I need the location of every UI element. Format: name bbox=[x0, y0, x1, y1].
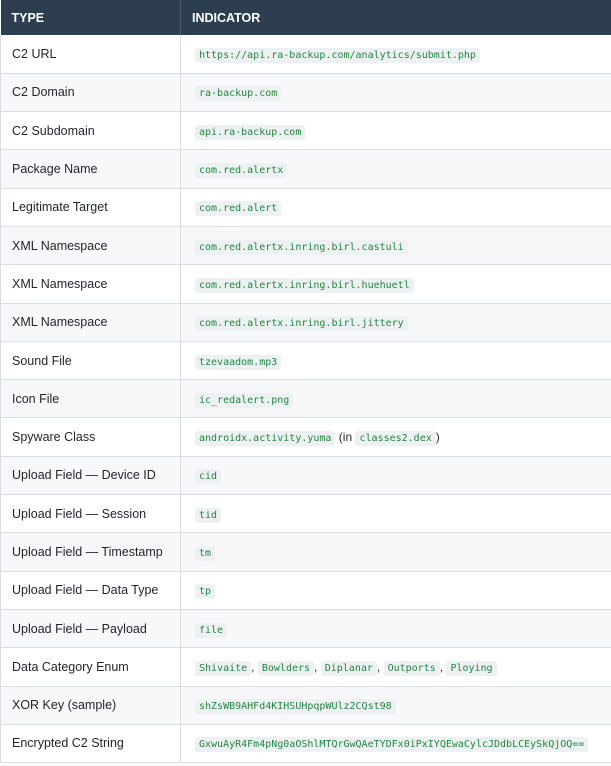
table-row: Sound File tzevaadom.mp3 bbox=[0, 341, 611, 381]
table-row: Upload Field — Data Type tp bbox=[0, 571, 611, 610]
indicator-code: tzevaadom.mp3 bbox=[195, 354, 282, 370]
type-cell: Package Name bbox=[0, 149, 181, 189]
indicator-code: Bowlders bbox=[257, 660, 315, 676]
indicator-code: ra-backup.com bbox=[195, 86, 282, 102]
table-row: XML Namespace com.red.alertx.inring.birl… bbox=[0, 264, 611, 304]
indicator-code: com.red.alert bbox=[195, 201, 282, 217]
indicator-cell: cid bbox=[180, 456, 611, 496]
indicator-cell: tzevaadom.mp3 bbox=[180, 341, 611, 381]
indicator-cell: api.ra-backup.com bbox=[180, 111, 611, 151]
indicator-cell: com.red.alertx bbox=[180, 149, 611, 189]
comma-separator: , bbox=[439, 659, 444, 674]
type-cell: Legitimate Target bbox=[0, 188, 181, 227]
table-row: C2 Domain ra-backup.com bbox=[0, 73, 611, 113]
indicator-cell: com.red.alertx.inring.birl.huehuetl bbox=[180, 264, 611, 304]
indicator-code: com.red.alertx.inring.birl.huehuetl bbox=[195, 277, 414, 293]
table-header: TYPE INDICATOR bbox=[0, 0, 611, 35]
table-row: Upload Field — Timestamp tm bbox=[0, 532, 611, 572]
table-row: Upload Field — Session tid bbox=[0, 494, 611, 534]
indicator-code: tm bbox=[195, 546, 216, 561]
indicator-code: Diplanar bbox=[320, 660, 377, 676]
indicator-code: tid bbox=[195, 507, 222, 523]
indicator-cell: shZsWB9AHFd4KIHSUHpqpWUlz2CQst98 bbox=[180, 686, 611, 725]
table-row: C2 URL https://api.ra-backup.com/analyti… bbox=[0, 35, 611, 74]
type-cell: Sound File bbox=[0, 341, 181, 381]
type-cell: XML Namespace bbox=[0, 226, 181, 266]
indicator-code: GxwuAyR4Fm4pNg0aOShlMTQrGwQAeTYDFx0iPxIY… bbox=[195, 737, 589, 753]
type-cell: Upload Field — Timestamp bbox=[0, 532, 181, 572]
table-row: XOR Key (sample) shZsWB9AHFd4KIHSUHpqpWU… bbox=[0, 686, 611, 725]
indicator-cell: ra-backup.com bbox=[180, 73, 611, 113]
indicator-code: Outports bbox=[383, 660, 440, 676]
table-row: Data Category Enum Shivaite, Bowlders, D… bbox=[0, 647, 611, 687]
indicator-code: tp bbox=[195, 584, 216, 600]
type-cell: C2 Subdomain bbox=[0, 111, 181, 151]
indicator-code: Shivaite bbox=[195, 660, 252, 676]
type-cell: XML Namespace bbox=[0, 303, 181, 342]
table-row: Package Name com.red.alertx bbox=[0, 149, 611, 189]
indicator-cell: tp bbox=[180, 571, 611, 610]
indicator-code: com.red.alertx.inring.birl.castuli bbox=[195, 239, 408, 255]
indicator-cell: GxwuAyR4Fm4pNg0aOShlMTQrGwQAeTYDFx0iPxIY… bbox=[180, 724, 611, 764]
indicator-cell: com.red.alertx.inring.birl.castuli bbox=[180, 226, 611, 266]
type-cell: C2 URL bbox=[0, 35, 181, 74]
indicator-cell: com.red.alert bbox=[180, 188, 611, 227]
indicator-code-secondary: classes2.dex bbox=[355, 431, 436, 447]
column-header-type: TYPE bbox=[0, 0, 181, 35]
indicator-cell: https://api.ra-backup.com/analytics/subm… bbox=[180, 35, 611, 74]
type-cell: Upload Field — Payload bbox=[0, 609, 181, 649]
type-cell: XOR Key (sample) bbox=[0, 686, 181, 725]
table-row: Icon File ic_redalert.png bbox=[0, 379, 611, 419]
table-row: Upload Field — Device ID cid bbox=[0, 456, 611, 496]
table-row: Spyware Class androidx.activity.yuma (in… bbox=[0, 417, 611, 457]
indicator-cell: com.red.alertx.inring.birl.jittery bbox=[180, 303, 611, 342]
indicator-code: shZsWB9AHFd4KIHSUHpqpWUlz2CQst98 bbox=[195, 699, 396, 715]
indicator-cell: Shivaite, Bowlders, Diplanar, Outports, … bbox=[180, 647, 611, 687]
indicator-code: Ploying bbox=[446, 660, 497, 676]
indicator-code: api.ra-backup.com bbox=[195, 124, 306, 140]
indicator-code: com.red.alertx bbox=[195, 163, 288, 179]
type-cell: Encrypted C2 String bbox=[0, 724, 181, 764]
table-row: XML Namespace com.red.alertx.inring.birl… bbox=[0, 226, 611, 266]
indicator-code: file bbox=[195, 622, 228, 638]
table-body: C2 URL https://api.ra-backup.com/analyti… bbox=[0, 35, 611, 764]
type-cell: Icon File bbox=[0, 379, 181, 419]
comma-separator: , bbox=[314, 659, 318, 674]
indicator-cell: ic_redalert.png bbox=[180, 379, 611, 419]
table-row: Upload Field — Payload file bbox=[0, 609, 611, 649]
comma-separator: , bbox=[251, 659, 255, 674]
type-cell: Spyware Class bbox=[0, 417, 181, 457]
column-header-indicator: INDICATOR bbox=[180, 0, 611, 35]
type-cell: Data Category Enum bbox=[0, 647, 181, 687]
indicator-cell: tm bbox=[180, 532, 611, 572]
comma-separator: , bbox=[376, 659, 381, 674]
type-cell: XML Namespace bbox=[0, 264, 181, 304]
indicator-code: https://api.ra-backup.com/analytics/subm… bbox=[195, 47, 480, 63]
table-row: C2 Subdomain api.ra-backup.com bbox=[0, 111, 611, 151]
indicator-code: com.red.alertx.inring.birl.jittery bbox=[195, 316, 408, 332]
table-row: Legitimate Target com.red.alert bbox=[0, 188, 611, 227]
indicator-table: TYPE INDICATOR C2 URL https://api.ra-bac… bbox=[0, 0, 611, 764]
table-row: Encrypted C2 String GxwuAyR4Fm4pNg0aOShl… bbox=[0, 724, 611, 764]
indicator-cell: file bbox=[180, 609, 611, 649]
table-row: XML Namespace com.red.alertx.inring.birl… bbox=[0, 303, 611, 342]
indicator-code: cid bbox=[195, 469, 222, 485]
type-cell: Upload Field — Data Type bbox=[0, 571, 181, 610]
indicator-cell: tid bbox=[180, 494, 611, 534]
in-text: (in bbox=[338, 430, 353, 445]
indicator-code: androidx.activity.yuma bbox=[195, 431, 336, 447]
indicator-code: ic_redalert.png bbox=[195, 392, 294, 408]
type-cell: C2 Domain bbox=[0, 73, 181, 113]
header-row: TYPE INDICATOR bbox=[0, 0, 611, 35]
indicator-cell: androidx.activity.yuma (in classes2.dex) bbox=[180, 417, 611, 457]
close-paren-text: ) bbox=[435, 430, 440, 445]
type-cell: Upload Field — Device ID bbox=[0, 456, 181, 496]
type-cell: Upload Field — Session bbox=[0, 494, 181, 534]
